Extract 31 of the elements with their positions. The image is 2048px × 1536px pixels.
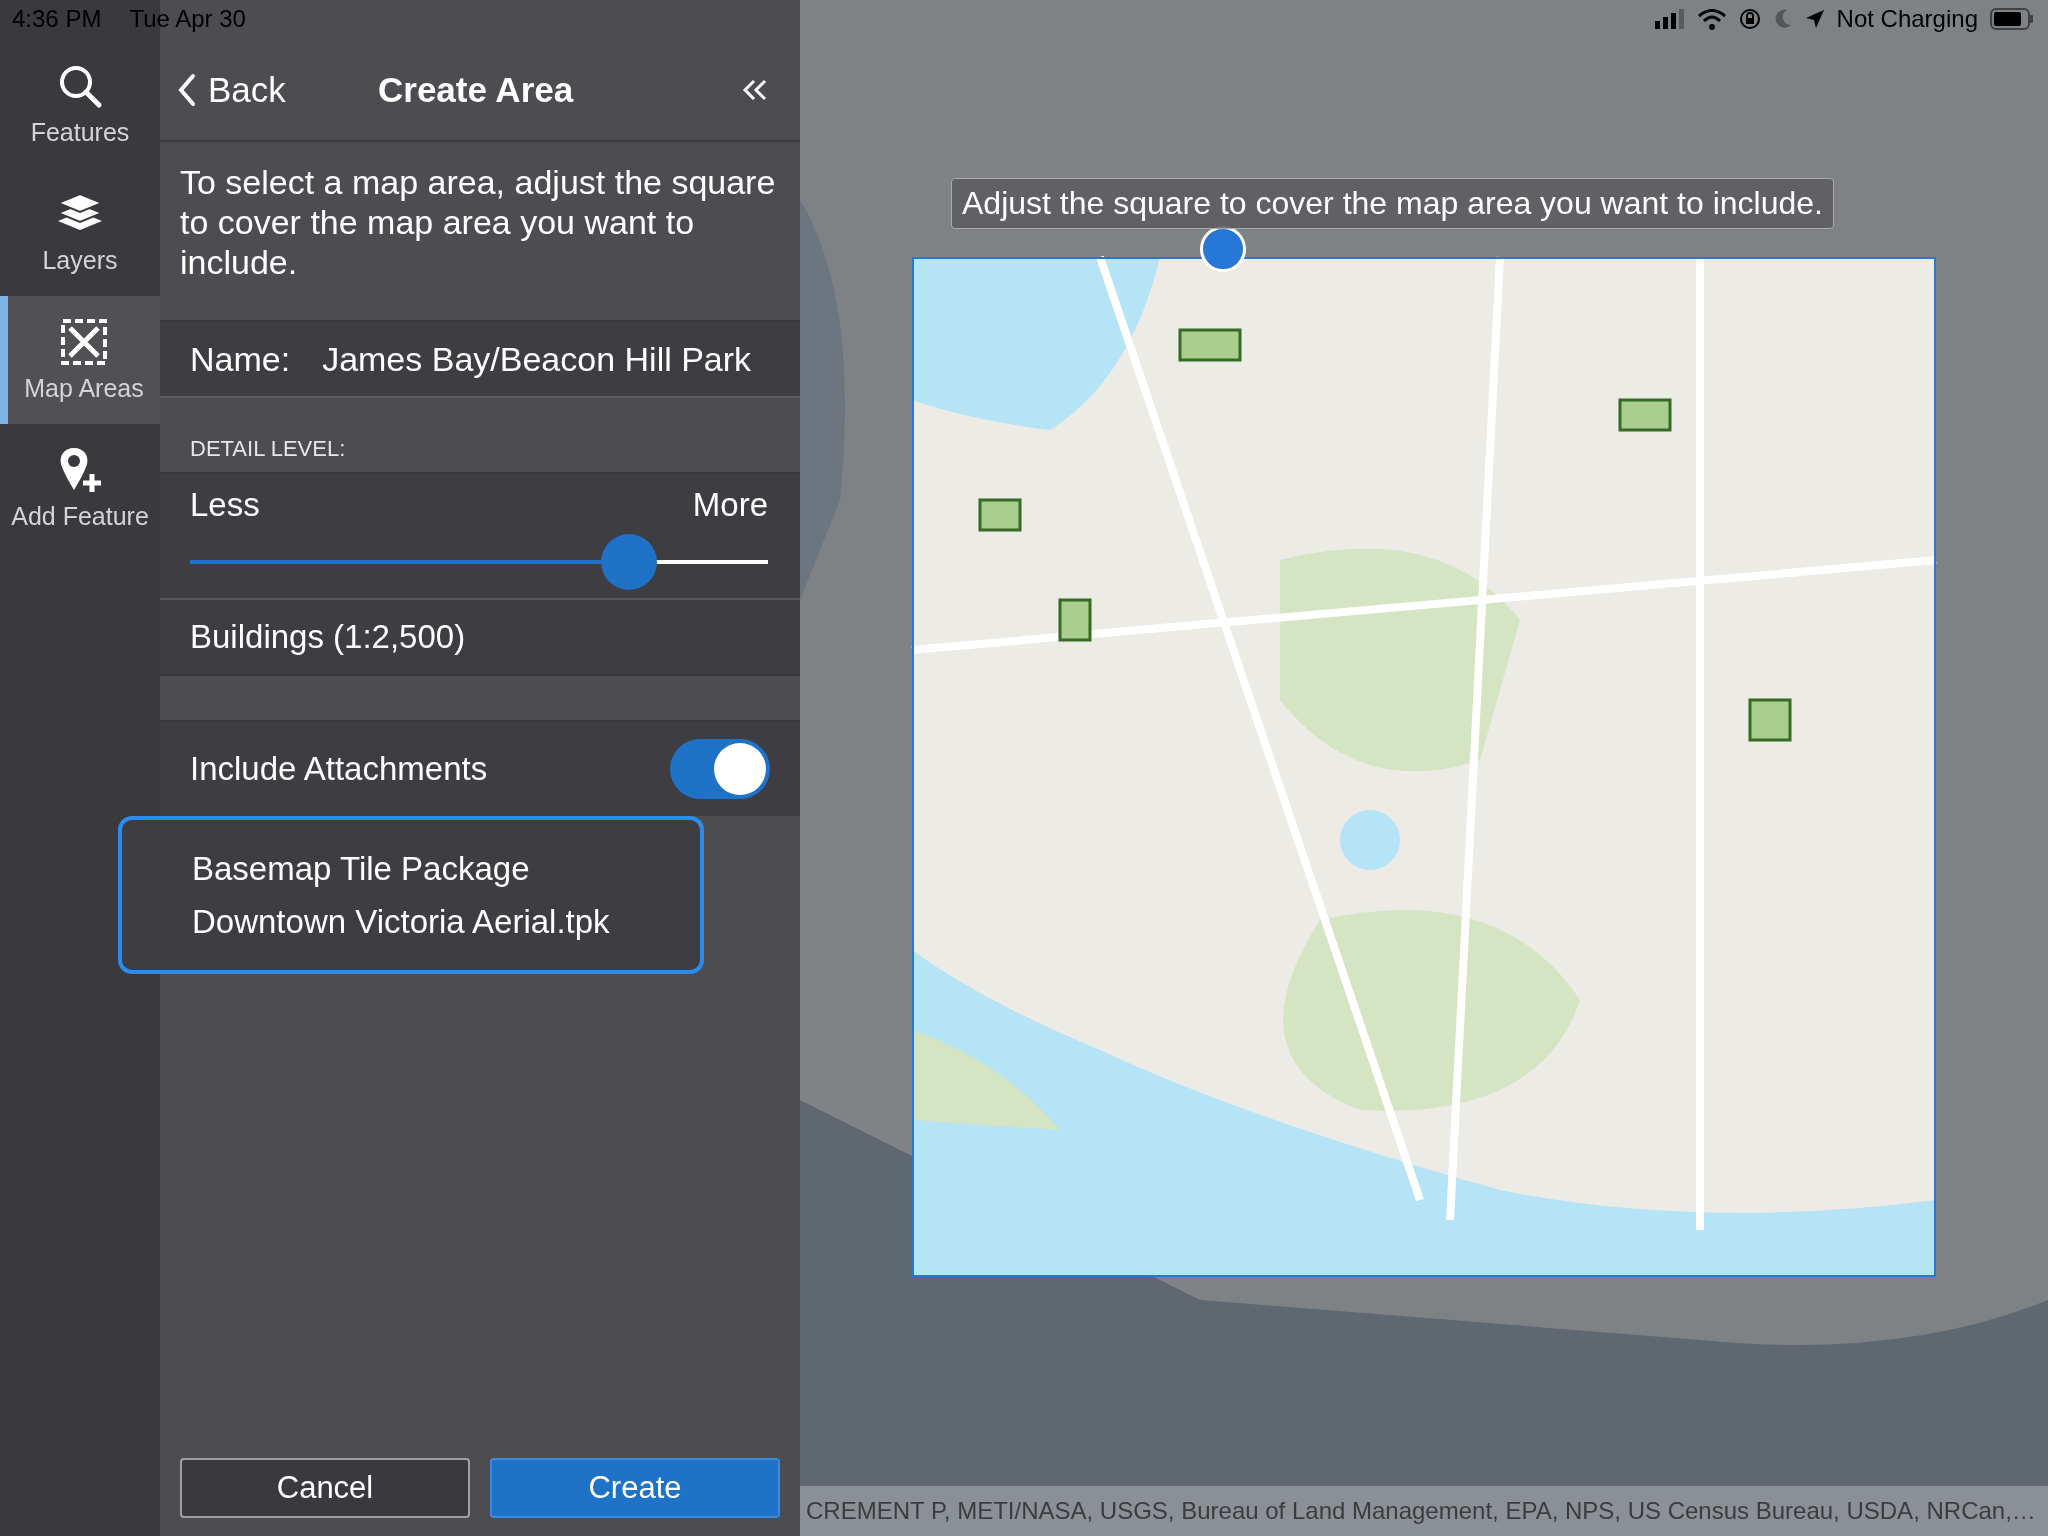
rail-tab[interactable]: Add Feature: [0, 424, 160, 552]
map-area-icon: [60, 317, 108, 366]
status-time: 4:36 PM: [12, 5, 102, 33]
name-label: Name:: [190, 339, 291, 379]
rail-tab[interactable]: Map Areas: [0, 296, 160, 424]
attachments-label: Include Attachments: [190, 750, 488, 788]
instruction-text: To select a map area, adjust the square to cover the map area you want to include.: [179, 162, 777, 283]
basemap-item[interactable]: Basemap Tile Package Downtown Victoria Aerial.tpk: [118, 816, 704, 974]
slider-max-label: More: [692, 486, 768, 524]
location-arrow-icon: [1804, 9, 1825, 29]
wifi-icon: [1696, 8, 1727, 30]
rail-tab[interactable]: Layers: [0, 168, 160, 296]
name-field[interactable]: James Bay/Beacon Hill Park: [322, 339, 752, 379]
slider-min-label: Less: [190, 486, 260, 524]
attribution-text: CREMENT P, METI/NASA, USGS, Bureau of Land Management, EPA, NPS, US Census Bureau, USDA, NRCan,…: [800, 1486, 2048, 1536]
detail-slider[interactable]: [190, 534, 768, 590]
back-button[interactable]: Back: [178, 70, 378, 110]
rail-tab[interactable]: Features: [0, 40, 160, 168]
attachments-toggle[interactable]: [670, 739, 770, 799]
battery-status: Not Charging: [1836, 5, 1978, 33]
scale-text: Buildings (1:2,500): [160, 598, 800, 674]
signal-icon: [1654, 9, 1685, 29]
map-tip: Adjust the square to cover the map area you want to include.: [951, 178, 1834, 229]
rotation-lock-icon: [1738, 8, 1761, 30]
action-button[interactable]: Create: [490, 1458, 780, 1518]
back-chevron-icon: [178, 73, 196, 107]
panel-title: Create Area: [378, 70, 575, 110]
collapse-icon[interactable]: [742, 79, 768, 101]
battery-icon: [1990, 8, 2034, 30]
status-date: Tue Apr 30: [129, 5, 246, 33]
action-button[interactable]: Cancel: [180, 1458, 470, 1518]
